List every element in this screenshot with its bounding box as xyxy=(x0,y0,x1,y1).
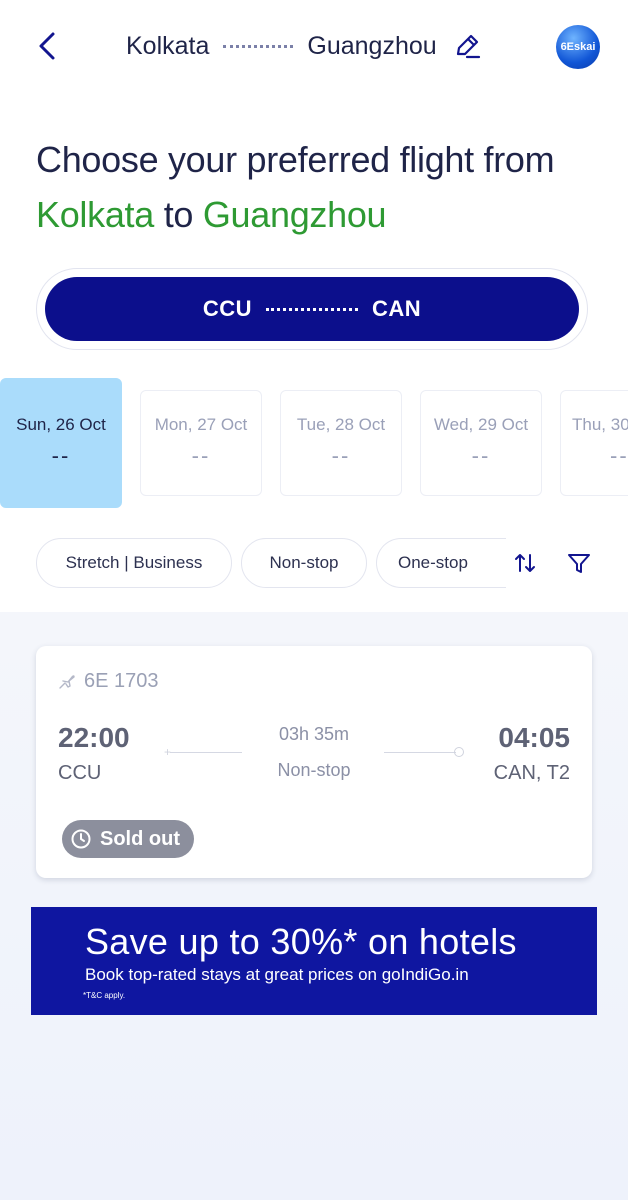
date-item-wed-29-oct[interactable]: Wed, 29 Oct -- xyxy=(420,390,542,496)
filter-funnel-icon xyxy=(568,554,590,573)
flight-number-text: 6E 1703 xyxy=(84,670,159,692)
route-line-right xyxy=(384,752,456,753)
banner-terms-note: *T&C apply. xyxy=(83,991,126,1000)
date-price: -- xyxy=(191,443,211,468)
pencil-icon xyxy=(456,34,480,59)
filter-chip-non-stop[interactable]: Non-stop xyxy=(241,538,367,588)
clock-icon xyxy=(70,828,92,850)
date-label: Sun, 26 Oct xyxy=(16,415,106,434)
date-price: -- xyxy=(331,443,351,468)
sold-out-text: Sold out xyxy=(100,827,180,850)
arrival-marker-icon xyxy=(454,747,464,757)
route-segment-tab[interactable]: CCU CAN xyxy=(45,277,579,341)
profile-avatar[interactable]: 6Eskai xyxy=(556,25,600,69)
date-price: -- xyxy=(51,443,71,468)
airplane-icon xyxy=(58,673,76,691)
origin-city: Kolkata xyxy=(126,31,210,60)
filter-bar: Stretch | Business Non-stop One-stop xyxy=(36,538,628,588)
date-price: -- xyxy=(610,443,628,468)
page-title-line2: Kolkata to Guangzhou xyxy=(36,187,606,242)
top-bar: Kolkata Guangzhou 6Eskai xyxy=(0,0,628,96)
sort-button[interactable] xyxy=(510,548,540,578)
route-to-code: CAN xyxy=(372,296,422,321)
route-pill-dots xyxy=(266,307,358,311)
banner-title: Save up to 30%* on hotels xyxy=(85,921,517,962)
route-dotted-line xyxy=(223,44,294,48)
arrival-code: CAN, T2 xyxy=(493,762,570,784)
edit-search-button[interactable] xyxy=(453,32,481,60)
date-item-mon-27-oct[interactable]: Mon, 27 Oct -- xyxy=(140,390,262,496)
filter-chip-stretch-business[interactable]: Stretch | Business xyxy=(36,538,232,588)
date-label: Mon, 27 Oct xyxy=(154,415,248,434)
date-item-thu-30[interactable]: Thu, 30 -- xyxy=(560,390,628,496)
filter-chip-one-stop[interactable]: One-stop xyxy=(376,538,506,588)
destination-city: Guangzhou xyxy=(307,31,437,60)
title-origin: Kolkata xyxy=(36,194,154,235)
page-title-line1: Choose your preferred flight from xyxy=(36,139,555,180)
filter-button[interactable] xyxy=(564,548,594,578)
arrival-time: 04:05 xyxy=(498,722,570,753)
date-strip: Sun, 26 Oct -- Mon, 27 Oct -- Tue, 28 Oc… xyxy=(0,378,628,508)
back-button[interactable] xyxy=(30,28,64,64)
flight-number: 6E 1703 xyxy=(58,670,159,693)
sold-out-badge: Sold out xyxy=(62,820,194,858)
date-label: Wed, 29 Oct xyxy=(433,415,529,434)
date-price: -- xyxy=(471,443,491,468)
route-from-code: CCU xyxy=(202,296,252,321)
date-item-tue-28-oct[interactable]: Tue, 28 Oct -- xyxy=(280,390,402,496)
chevron-left-icon xyxy=(39,32,55,60)
date-label: Tue, 28 Oct xyxy=(296,415,386,434)
route-summary: Kolkata Guangzhou xyxy=(126,28,481,64)
date-item-sun-26-oct[interactable]: Sun, 26 Oct -- xyxy=(0,378,122,508)
title-connector: to xyxy=(163,194,194,235)
hotel-promo-banner[interactable]: Save up to 30%* on hotels Book top-rated… xyxy=(31,907,597,1015)
results-area: 6E 1703 22:00 CCU + 03h 35m Non-stop 04:… xyxy=(0,612,628,1200)
banner-subtitle: Book top-rated stays at great prices on … xyxy=(85,965,469,984)
sort-icon xyxy=(515,554,535,572)
title-destination: Guangzhou xyxy=(202,194,387,235)
flight-card[interactable]: 6E 1703 22:00 CCU + 03h 35m Non-stop 04:… xyxy=(36,646,592,878)
route-line-left xyxy=(170,752,242,753)
page-title: Choose your preferred flight from Kolkat… xyxy=(36,132,606,242)
route-selector: CCU CAN xyxy=(36,268,588,350)
date-label: Thu, 30 xyxy=(572,415,628,434)
